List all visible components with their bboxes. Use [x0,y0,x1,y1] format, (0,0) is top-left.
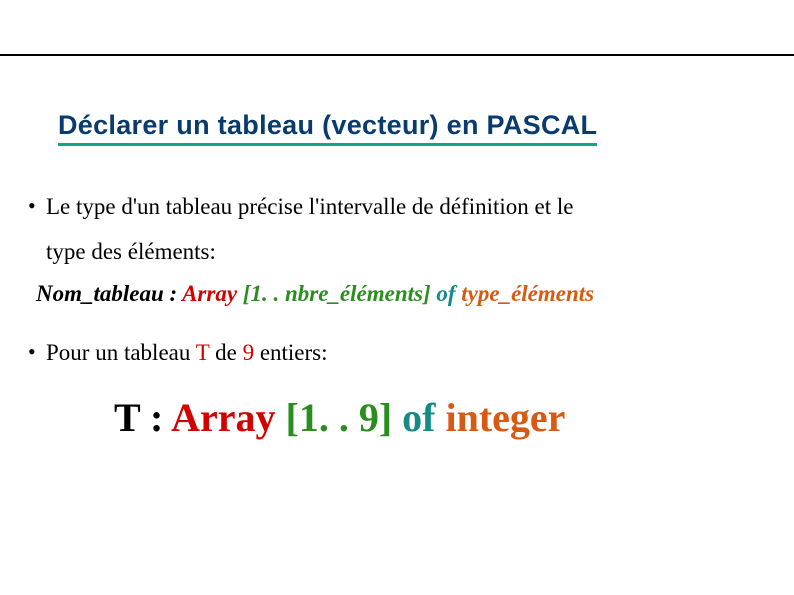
syntax-name: Nom_tableau [36,281,164,306]
bullet1-text-line1: Le type d'un tableau précise l'intervall… [46,194,574,219]
ex-colon: : [140,395,171,440]
b2-mid: de [209,340,242,365]
syntax-type: type_éléments [461,281,594,306]
syntax-template: Nom_tableau : Array [1. . nbre_éléments]… [36,281,766,307]
bullet-item-1: Le type d'un tableau précise l'intervall… [28,185,766,275]
syntax-colon: : [164,281,182,306]
slide-title: Déclarer un tableau (vecteur) en PASCAL [58,110,597,146]
syntax-array: Array [182,281,237,306]
b2-t: T [196,340,210,365]
ex-bracket: [1. . 9] [276,395,403,440]
bullet1-text-line2: type des éléments: [46,239,216,264]
ex-array: Array [171,395,275,440]
bullet-item-2: Pour un tableau T de 9 entiers: [28,331,766,376]
top-rule [0,0,794,56]
slide-content: Le type d'un tableau précise l'intervall… [28,185,766,441]
example-declaration: T : Array [1. . 9] of integer [114,394,766,441]
bullet-list: Le type d'un tableau précise l'intervall… [28,185,766,275]
ex-of: of [402,395,435,440]
syntax-of: of [436,281,455,306]
bullet-list-2: Pour un tableau T de 9 entiers: [28,331,766,376]
slide: Déclarer un tableau (vecteur) en PASCAL … [0,0,794,595]
b2-nine: 9 [243,340,255,365]
b2-end: entiers: [254,340,327,365]
syntax-bracket: [1. . nbre_éléments] [237,281,436,306]
ex-space [435,395,445,440]
b2-a: Pour un tableau [46,340,196,365]
ex-type: integer [445,395,565,440]
ex-t: T [114,395,140,440]
